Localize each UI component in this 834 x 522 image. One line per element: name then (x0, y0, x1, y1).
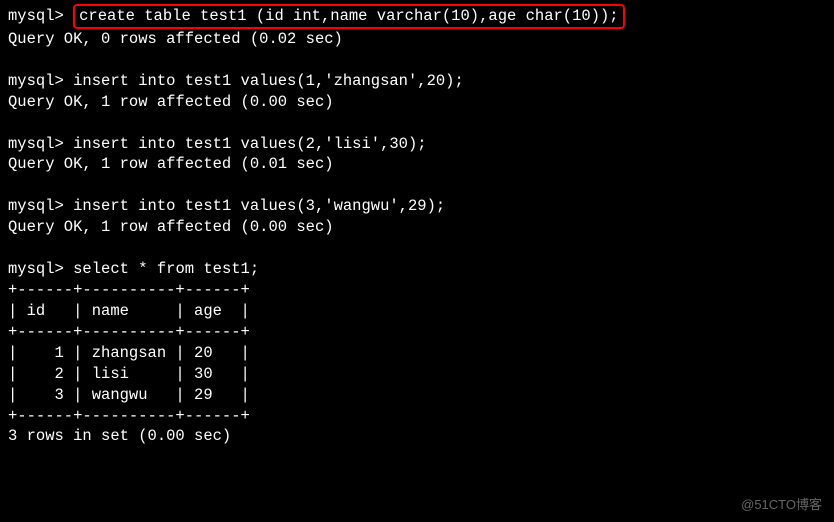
output-line: Query OK, 1 row affected (0.00 sec) (8, 217, 826, 238)
watermark: @51CTO博客 (741, 496, 822, 514)
terminal-line (8, 238, 826, 259)
output-line: | 3 | wangwu | 29 | (8, 385, 826, 406)
mysql-prompt: mysql> (8, 135, 73, 153)
highlighted-command: create table test1 (id int,name varchar(… (73, 4, 625, 29)
mysql-prompt: mysql> (8, 260, 73, 278)
mysql-prompt: mysql> (8, 7, 73, 25)
output-line: | 1 | zhangsan | 20 | (8, 343, 826, 364)
terminal-line (8, 50, 826, 71)
mysql-prompt: mysql> (8, 72, 73, 90)
terminal-line (8, 175, 826, 196)
terminal-line: mysql> create table test1 (id int,name v… (8, 4, 826, 29)
output-line: Query OK, 0 rows affected (0.02 sec) (8, 29, 826, 50)
terminal-output: mysql> create table test1 (id int,name v… (8, 4, 826, 447)
terminal-line: mysql> insert into test1 values(1,'zhang… (8, 71, 826, 92)
mysql-prompt: mysql> (8, 197, 73, 215)
sql-command: insert into test1 values(3,'wangwu',29); (73, 197, 445, 215)
output-line: Query OK, 1 row affected (0.01 sec) (8, 154, 826, 175)
terminal-line: mysql> select * from test1; (8, 259, 826, 280)
output-line: +------+----------+------+ (8, 280, 826, 301)
terminal-line (8, 113, 826, 134)
output-line: +------+----------+------+ (8, 322, 826, 343)
terminal-line: mysql> insert into test1 values(2,'lisi'… (8, 134, 826, 155)
output-line: +------+----------+------+ (8, 406, 826, 427)
output-line: 3 rows in set (0.00 sec) (8, 426, 826, 447)
output-line: | 2 | lisi | 30 | (8, 364, 826, 385)
sql-command: select * from test1; (73, 260, 259, 278)
sql-command: insert into test1 values(2,'lisi',30); (73, 135, 426, 153)
sql-command: insert into test1 values(1,'zhangsan',20… (73, 72, 464, 90)
output-line: Query OK, 1 row affected (0.00 sec) (8, 92, 826, 113)
output-line: | id | name | age | (8, 301, 826, 322)
terminal-line: mysql> insert into test1 values(3,'wangw… (8, 196, 826, 217)
